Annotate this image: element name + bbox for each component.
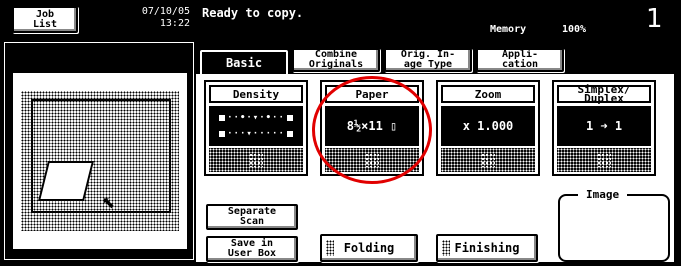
finishing-label: Finishing bbox=[454, 241, 520, 255]
paper-value: 8½×11 ▯ bbox=[325, 106, 419, 146]
scanner-preview: ⬉ bbox=[13, 73, 187, 249]
density-footer bbox=[209, 148, 303, 172]
main-panel: Density ··•·▾·•·· ···▾····· Paper 8½×11 … bbox=[196, 74, 674, 262]
copy-screen: Job List 07/10/05 13:22 Ready to copy. M… bbox=[0, 0, 681, 266]
preview-panel: ⬉ bbox=[4, 42, 194, 260]
scale-max-icon bbox=[286, 131, 293, 137]
tab-application[interactable]: Appli- cation bbox=[476, 48, 564, 72]
image-panel-label: Image bbox=[578, 188, 628, 201]
tab-basic[interactable]: Basic bbox=[200, 50, 288, 76]
memory-label: Memory bbox=[490, 24, 527, 35]
scale-max-icon bbox=[286, 115, 293, 121]
tab-orig-line2: age Type bbox=[403, 59, 453, 70]
datetime: 07/10/05 13:22 bbox=[88, 6, 190, 30]
simplex-label-line2: Duplex bbox=[584, 92, 624, 105]
zoom-button[interactable]: Zoom x 1.000 bbox=[436, 80, 540, 176]
tab-appli-line2: cation bbox=[501, 59, 539, 70]
scale-min-icon bbox=[219, 131, 226, 137]
dots-icon bbox=[249, 153, 263, 167]
separate-scan-line2: Scan bbox=[239, 216, 265, 227]
density-label: Density bbox=[209, 85, 303, 103]
job-list-label-line2: List bbox=[32, 18, 58, 30]
scanner-glass-icon: ⬉ bbox=[21, 91, 179, 231]
tab-original-image-type[interactable]: Orig. In- age Type bbox=[384, 48, 472, 72]
folding-button[interactable]: Folding bbox=[320, 234, 418, 262]
dots-icon bbox=[597, 153, 611, 167]
scale-dots: ··•·▾·•·· bbox=[227, 113, 285, 123]
paper-footer bbox=[325, 148, 419, 172]
simplex-duplex-value: 1 ➜ 1 bbox=[557, 106, 651, 146]
dots-icon bbox=[481, 153, 495, 167]
stripe-icon bbox=[442, 240, 450, 256]
scale-min-icon bbox=[219, 115, 226, 121]
image-panel bbox=[558, 194, 670, 262]
stripe-icon bbox=[326, 240, 334, 256]
scale-dots: ···▾····· bbox=[227, 129, 285, 139]
copy-count: 1 bbox=[646, 4, 663, 34]
paper-button[interactable]: Paper 8½×11 ▯ bbox=[320, 80, 424, 176]
density-scale-row: ··•·▾·•·· bbox=[219, 113, 293, 123]
status-message: Ready to copy. bbox=[202, 6, 304, 20]
simplex-duplex-label: Simplex/ Duplex bbox=[557, 84, 651, 105]
job-list-label-line1: Job bbox=[35, 8, 55, 20]
date: 07/10/05 bbox=[141, 6, 190, 17]
finishing-button[interactable]: Finishing bbox=[436, 234, 538, 262]
density-button[interactable]: Density ··•·▾·•·· ···▾····· bbox=[204, 80, 308, 176]
placement-arrow-icon: ⬉ bbox=[101, 189, 116, 217]
zoom-footer bbox=[441, 148, 535, 172]
density-scale: ··•·▾·•·· ···▾····· bbox=[209, 106, 303, 146]
job-list-button[interactable]: Job List bbox=[12, 6, 78, 33]
separate-scan-button[interactable]: Separate Scan bbox=[206, 204, 298, 230]
zoom-value: x 1.000 bbox=[441, 106, 535, 146]
save-in-user-box-button[interactable]: Save in User Box bbox=[206, 236, 298, 262]
simplex-duplex-button[interactable]: Simplex/ Duplex 1 ➜ 1 bbox=[552, 80, 656, 176]
density-scale-row: ···▾····· bbox=[219, 129, 293, 139]
folding-label: Folding bbox=[343, 241, 395, 255]
tab-basic-label: Basic bbox=[225, 56, 263, 70]
zoom-label: Zoom bbox=[441, 85, 535, 103]
tab-combine-line2: Originals bbox=[308, 59, 364, 70]
status-bar: Ready to copy. Memory 100% 1 bbox=[196, 4, 674, 40]
memory-value: 100% bbox=[562, 24, 587, 35]
dots-icon bbox=[365, 153, 379, 167]
simplex-footer bbox=[557, 148, 651, 172]
save-user-box-line2: User Box bbox=[227, 248, 277, 259]
time: 13:22 bbox=[159, 18, 190, 29]
paper-label: Paper bbox=[325, 85, 419, 103]
tab-combine-originals[interactable]: Combine Originals bbox=[292, 48, 380, 72]
